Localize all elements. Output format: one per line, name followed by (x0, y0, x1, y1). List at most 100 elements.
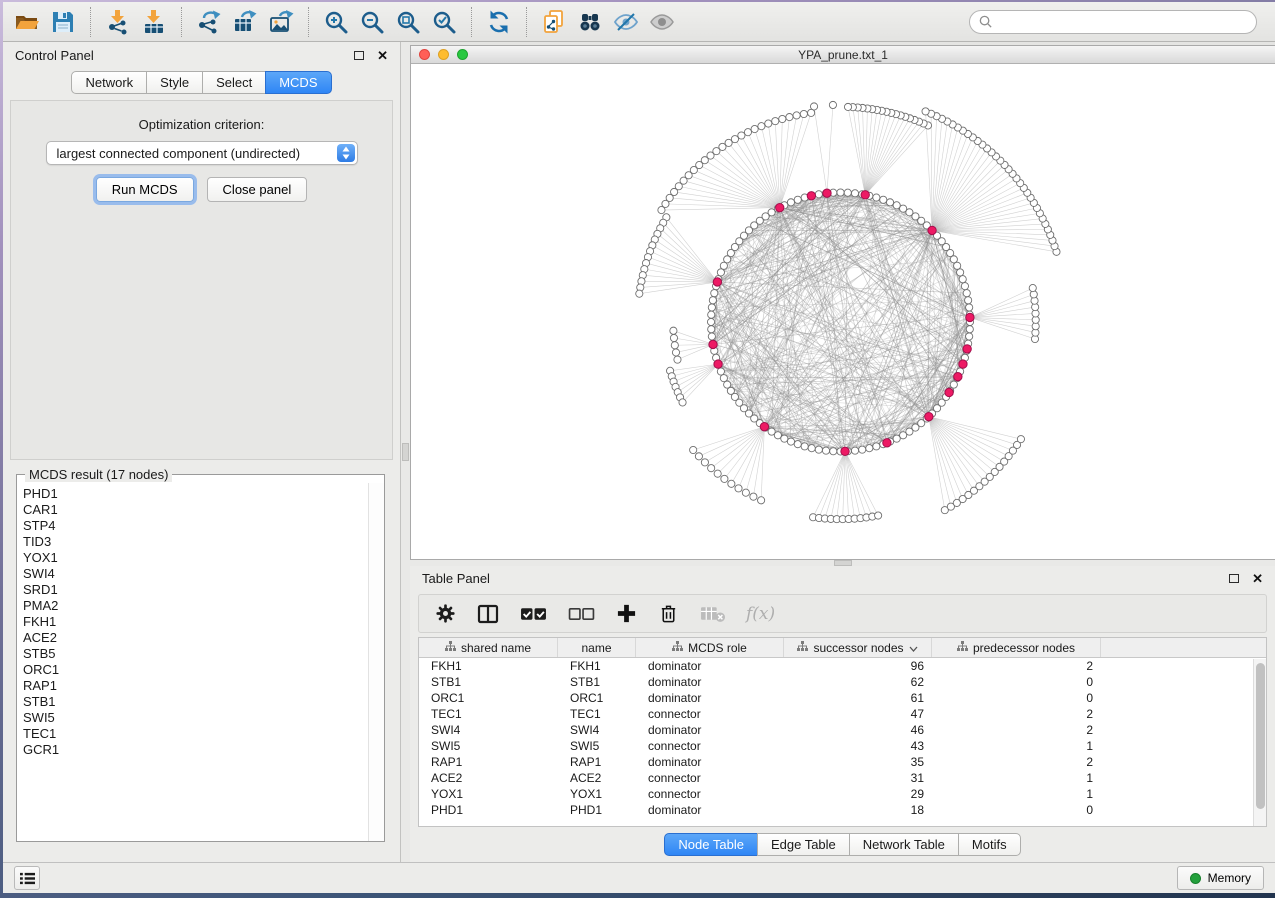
window-minimize-button[interactable] (438, 49, 449, 60)
table-row[interactable]: FKH1FKH1dominator962 (419, 658, 1266, 674)
table-row[interactable]: STB1STB1dominator620 (419, 674, 1266, 690)
mcds-result-item[interactable]: PMA2 (23, 598, 384, 614)
mcds-result-item[interactable]: STB5 (23, 646, 384, 662)
window-close-button[interactable] (419, 49, 430, 60)
splitter-grip[interactable] (402, 443, 409, 461)
cell-shared_name: RAP1 (419, 754, 558, 770)
table-row[interactable]: ACE2ACE2connector311 (419, 770, 1266, 786)
table-settings-button[interactable] (435, 603, 456, 624)
optimization-criterion-select[interactable]: largest connected component (undirected) (46, 141, 358, 165)
sort-desc-icon (909, 641, 918, 655)
memory-button[interactable]: Memory (1177, 866, 1264, 890)
table-scrollbar[interactable] (1253, 659, 1266, 826)
splitter-grip[interactable] (834, 560, 852, 566)
close-panel-button[interactable]: ✕ (364, 49, 388, 62)
network-graph[interactable] (411, 64, 1275, 559)
zoom-in-button[interactable] (318, 5, 354, 39)
column-header-shared_name[interactable]: shared name (419, 638, 558, 657)
import-network-button[interactable] (100, 5, 136, 39)
show-columns-button[interactable] (477, 603, 499, 625)
mcds-result-item[interactable]: TID3 (23, 534, 384, 550)
select-all-button[interactable] (520, 606, 547, 622)
save-session-button[interactable] (45, 5, 81, 39)
zoom-fit-button[interactable] (390, 5, 426, 39)
table-row[interactable]: TEC1TEC1connector472 (419, 706, 1266, 722)
mcds-result-item[interactable]: CAR1 (23, 502, 384, 518)
float-panel-button[interactable] (354, 51, 364, 60)
tab-edge-table[interactable]: Edge Table (757, 833, 850, 856)
mcds-result-item[interactable]: SWI4 (23, 566, 384, 582)
cell-shared_name: ACE2 (419, 770, 558, 786)
add-column-button[interactable] (616, 603, 637, 624)
mcds-result-item[interactable]: PHD1 (23, 486, 384, 502)
scrollbar-thumb[interactable] (1256, 663, 1265, 809)
zoom-out-button[interactable] (354, 5, 390, 39)
table-row[interactable]: ORC1ORC1dominator610 (419, 690, 1266, 706)
mcds-result-item[interactable]: GCR1 (23, 742, 384, 758)
duplicate-network-button[interactable] (536, 5, 572, 39)
network-view[interactable] (411, 64, 1275, 559)
control-panel: Control Panel ✕ Network Style Select MCD… (3, 42, 401, 862)
table-panel: Table Panel ✕ f(x) shared namenameM (410, 566, 1275, 862)
table-row[interactable]: PHD1PHD1dominator180 (419, 802, 1266, 818)
open-file-button[interactable] (9, 5, 45, 39)
network-window-titlebar[interactable]: YPA_prune.txt_1 (411, 46, 1275, 64)
mcds-result-item[interactable]: STP4 (23, 518, 384, 534)
tab-motifs[interactable]: Motifs (958, 833, 1021, 856)
export-image-button[interactable] (263, 5, 299, 39)
float-panel-button[interactable] (1229, 574, 1239, 583)
show-hide-button[interactable] (644, 5, 680, 39)
cell-predecessor_nodes: 1 (932, 770, 1101, 786)
table-row[interactable]: SWI4SWI4dominator462 (419, 722, 1266, 738)
mcds-result-list[interactable]: PHD1CAR1STP4TID3YOX1SWI4SRD1PMA2FKH1ACE2… (17, 483, 384, 841)
eye-icon (649, 9, 675, 35)
run-mcds-button[interactable]: Run MCDS (96, 177, 194, 202)
window-zoom-button[interactable] (457, 49, 468, 60)
gear-icon (435, 603, 456, 624)
export-network-button[interactable] (191, 5, 227, 39)
cell-mcds_role: dominator (636, 674, 784, 690)
table-row[interactable]: YOX1YOX1connector291 (419, 786, 1266, 802)
cell-mcds_role: connector (636, 786, 784, 802)
tab-style[interactable]: Style (146, 71, 203, 94)
mcds-result-item[interactable]: TEC1 (23, 726, 384, 742)
tab-network-table[interactable]: Network Table (849, 833, 959, 856)
search-binoculars-button[interactable] (572, 5, 608, 39)
export-table-button[interactable] (227, 5, 263, 39)
tab-network[interactable]: Network (71, 71, 147, 94)
cell-name: STB1 (558, 674, 636, 690)
horizontal-splitter[interactable] (410, 560, 1275, 566)
mcds-result-item[interactable]: ORC1 (23, 662, 384, 678)
show-panels-button[interactable] (14, 866, 40, 890)
tab-mcds[interactable]: MCDS (265, 71, 331, 94)
list-scrollbar[interactable] (368, 483, 384, 841)
cell-name: ACE2 (558, 770, 636, 786)
mcds-result-item[interactable]: SWI5 (23, 710, 384, 726)
table-row[interactable]: RAP1RAP1dominator352 (419, 754, 1266, 770)
mcds-result-item[interactable]: FKH1 (23, 614, 384, 630)
column-header-name[interactable]: name (558, 638, 636, 657)
zoom-selected-button[interactable] (426, 5, 462, 39)
table-row[interactable]: SWI5SWI5connector431 (419, 738, 1266, 754)
tab-select[interactable]: Select (202, 71, 266, 94)
search-input[interactable] (997, 15, 1248, 29)
mcds-result-item[interactable]: YOX1 (23, 550, 384, 566)
refresh-button[interactable] (481, 5, 517, 39)
unselect-all-button[interactable] (568, 606, 595, 622)
mcds-result-item[interactable]: SRD1 (23, 582, 384, 598)
mcds-result-item[interactable]: ACE2 (23, 630, 384, 646)
column-header-successor_nodes[interactable]: successor nodes (784, 638, 932, 657)
close-panel-button[interactable]: ✕ (1239, 572, 1263, 585)
cell-predecessor_nodes: 1 (932, 738, 1101, 754)
close-panel-action-button[interactable]: Close panel (207, 177, 308, 202)
toolbar-separator (181, 7, 182, 37)
import-table-button[interactable] (136, 5, 172, 39)
toggle-graphics-details-button[interactable] (608, 5, 644, 39)
mcds-result-item[interactable]: STB1 (23, 694, 384, 710)
column-header-predecessor_nodes[interactable]: predecessor nodes (932, 638, 1101, 657)
tab-node-table[interactable]: Node Table (664, 833, 758, 856)
vertical-splitter[interactable] (401, 42, 410, 862)
delete-button[interactable] (658, 603, 679, 624)
mcds-result-item[interactable]: RAP1 (23, 678, 384, 694)
column-header-mcds_role[interactable]: MCDS role (636, 638, 784, 657)
